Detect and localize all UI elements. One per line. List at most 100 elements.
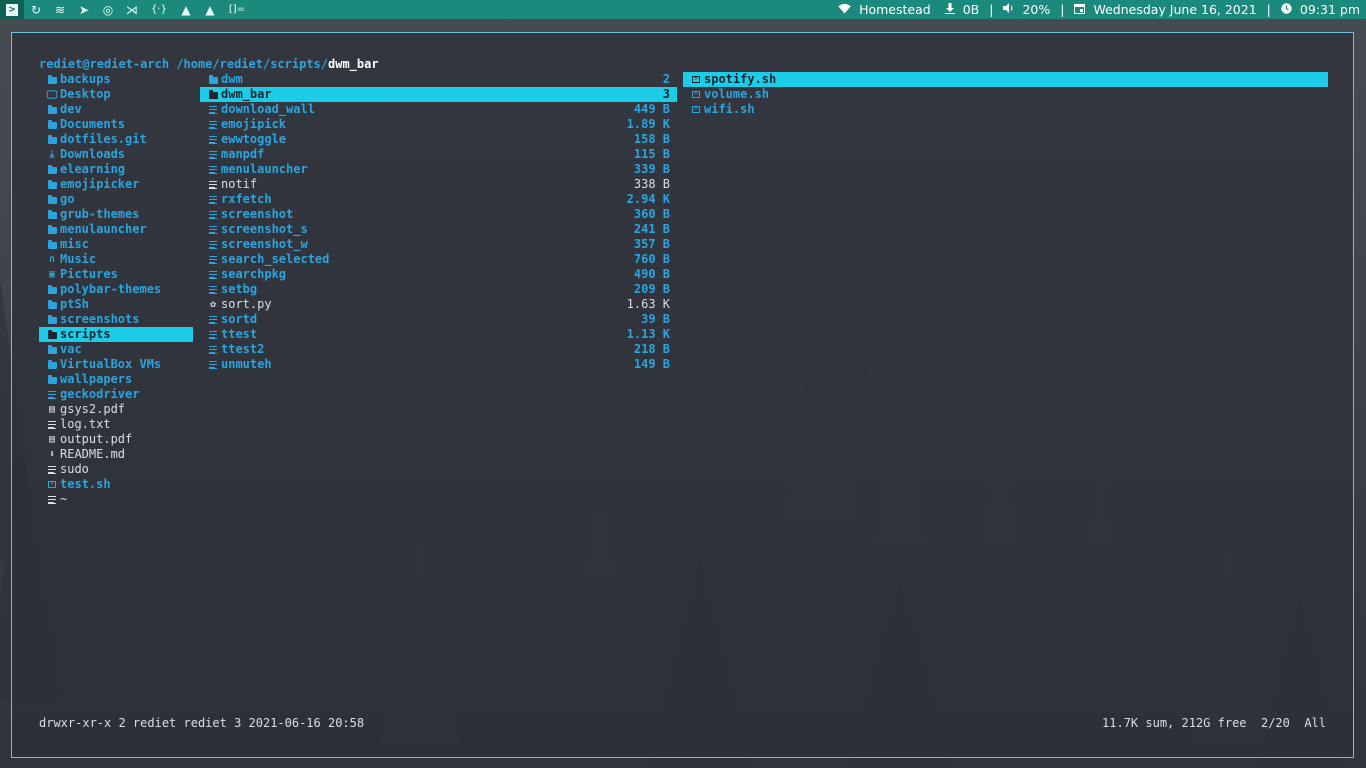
wifi-status[interactable]: Homestead bbox=[838, 2, 931, 17]
folder-icon bbox=[45, 345, 59, 354]
parent-list-item[interactable]: elearning bbox=[39, 162, 193, 177]
file-lines-icon bbox=[206, 315, 220, 324]
parent-list-item[interactable]: geckodriver bbox=[39, 387, 193, 402]
file-list-item[interactable]: manpdf 115 B bbox=[200, 147, 677, 162]
tag-terminal-icon[interactable]: > bbox=[0, 0, 24, 19]
file-list-item[interactable]: sortd 39 B bbox=[200, 312, 677, 327]
parent-list-item[interactable]: Documents bbox=[39, 117, 193, 132]
parent-list-item[interactable]: ⤓ Downloads bbox=[39, 147, 193, 162]
pdf-icon: ▤ bbox=[48, 404, 56, 415]
file-list-item[interactable]: emojipick 1.89 K bbox=[200, 117, 677, 132]
parent-list-item[interactable]: misc bbox=[39, 237, 193, 252]
file-size: 2 bbox=[662, 72, 670, 86]
telegram-icon: ➤ bbox=[78, 2, 90, 17]
file-name: Pictures bbox=[60, 267, 118, 281]
parent-list-item[interactable]: > test.sh bbox=[39, 477, 193, 492]
tag-layout-icon[interactable]: []= bbox=[222, 0, 252, 19]
tag-vscode-icon[interactable]: ⋊ bbox=[120, 0, 144, 19]
parent-list-item[interactable]: dev bbox=[39, 102, 193, 117]
file-list-item[interactable]: unmuteh 149 B bbox=[200, 357, 677, 372]
file-name: misc bbox=[60, 237, 89, 251]
parent-list-item[interactable]: 🖵 Desktop bbox=[39, 87, 193, 102]
tag-braces-icon[interactable]: {·} bbox=[144, 0, 174, 19]
preview-list-item[interactable]: > wifi.sh bbox=[683, 102, 1328, 117]
parent-list-item[interactable]: VirtualBox VMs bbox=[39, 357, 193, 372]
tag-arch-icon[interactable]: ▲ bbox=[174, 0, 198, 19]
parent-list-item[interactable]: dotfiles.git bbox=[39, 132, 193, 147]
file-name: vac bbox=[60, 342, 82, 356]
parent-list-item[interactable]: grub-themes bbox=[39, 207, 193, 222]
file-name: dwm_bar bbox=[221, 87, 272, 101]
folder-icon bbox=[45, 330, 59, 339]
file-list-item[interactable]: ttest2 218 B bbox=[200, 342, 677, 357]
tag-refresh-icon[interactable]: ↻ bbox=[24, 0, 48, 19]
file-list-item[interactable]: screenshot_w 357 B bbox=[200, 237, 677, 252]
file-list-item[interactable]: ttest 1.13 K bbox=[200, 327, 677, 342]
file-list-item[interactable]: screenshot 360 B bbox=[200, 207, 677, 222]
parent-list-item[interactable]: go bbox=[39, 192, 193, 207]
folder-icon bbox=[45, 105, 59, 114]
file-list-item[interactable]: rxfetch 2.94 K bbox=[200, 192, 677, 207]
image-icon: ▣ bbox=[48, 269, 56, 280]
tag-compass-icon[interactable]: ◎ bbox=[96, 0, 120, 19]
file-list-item[interactable]: notif 338 B bbox=[200, 177, 677, 192]
file-list-item[interactable]: dwm_bar 3 bbox=[200, 87, 677, 102]
file-name: dev bbox=[60, 102, 82, 116]
parent-list-item[interactable]: menulauncher bbox=[39, 222, 193, 237]
parent-list-item[interactable]: polybar-themes bbox=[39, 282, 193, 297]
file-name: polybar-themes bbox=[60, 282, 162, 296]
parent-list-item[interactable]: ptSh bbox=[39, 297, 193, 312]
path-dir: /home/rediet/scripts/ bbox=[176, 57, 328, 71]
file-size: 39 B bbox=[641, 312, 670, 326]
terminal-window[interactable]: rediet@rediet-arch /home/rediet/scripts/… bbox=[11, 32, 1354, 758]
parent-list-item[interactable]: ▤ gsys2.pdf bbox=[39, 402, 193, 417]
terminal-icon: > bbox=[6, 3, 18, 16]
preview-list-item[interactable]: > spotify.sh bbox=[683, 72, 1328, 87]
file-lines-icon bbox=[206, 150, 220, 159]
parent-list-item[interactable]: scripts bbox=[39, 327, 193, 342]
file-size: 218 B bbox=[633, 342, 670, 356]
volume-status[interactable]: 20% bbox=[1003, 2, 1050, 17]
parent-list-item[interactable]: log.txt bbox=[39, 417, 193, 432]
file-list-item[interactable]: search_selected 760 B bbox=[200, 252, 677, 267]
parent-list-item[interactable]: wallpapers bbox=[39, 372, 193, 387]
parent-list-item[interactable]: emojipicker bbox=[39, 177, 193, 192]
parent-list-item[interactable]: ▣ Pictures bbox=[39, 267, 193, 282]
date-status[interactable]: Wednesday June 16, 2021 bbox=[1074, 2, 1257, 17]
parent-list-item[interactable]: ~ bbox=[39, 492, 193, 507]
parent-list-item[interactable]: ⬇ README.md bbox=[39, 447, 193, 462]
file-name: search_selected bbox=[221, 252, 330, 266]
parent-list-item[interactable]: ∩ Music bbox=[39, 252, 193, 267]
shell-script-icon: > bbox=[689, 76, 703, 83]
file-list-item[interactable]: download_wall 449 B bbox=[200, 102, 677, 117]
file-list-item[interactable]: ✿ sort.py 1.63 K bbox=[200, 297, 677, 312]
parent-list-item[interactable]: backups bbox=[39, 72, 193, 87]
download-icon bbox=[944, 2, 955, 17]
tag-arch-alt-icon[interactable]: ▲ bbox=[198, 0, 222, 19]
folder-icon bbox=[45, 225, 59, 234]
file-name: searchpkg bbox=[221, 267, 287, 281]
tag-telegram-icon[interactable]: ➤ bbox=[72, 0, 96, 19]
file-list-item[interactable]: setbg 209 B bbox=[200, 282, 677, 297]
file-name: spotify.sh bbox=[704, 72, 777, 86]
file-list-item[interactable]: dwm 2 bbox=[200, 72, 677, 87]
file-list-item[interactable]: screenshot_s 241 B bbox=[200, 222, 677, 237]
parent-list-item[interactable]: vac bbox=[39, 342, 193, 357]
file-name: grub-themes bbox=[60, 207, 140, 221]
file-name: backups bbox=[60, 72, 111, 86]
file-list-item[interactable]: searchpkg 490 B bbox=[200, 267, 677, 282]
file-list-item[interactable]: ewwtoggle 158 B bbox=[200, 132, 677, 147]
preview-list-item[interactable]: > volume.sh bbox=[683, 87, 1328, 102]
file-name: geckodriver bbox=[60, 387, 140, 401]
parent-list-item[interactable]: sudo bbox=[39, 462, 193, 477]
folder-icon bbox=[45, 135, 59, 144]
file-name: ttest2 bbox=[221, 342, 265, 356]
time-status[interactable]: 09:31 pm bbox=[1281, 2, 1360, 17]
parent-list-item[interactable]: screenshots bbox=[39, 312, 193, 327]
file-name: output.pdf bbox=[60, 432, 133, 446]
file-name: ttest bbox=[221, 327, 258, 341]
file-list-item[interactable]: menulauncher 339 B bbox=[200, 162, 677, 177]
file-lines-icon bbox=[206, 210, 220, 219]
parent-list-item[interactable]: ▤ output.pdf bbox=[39, 432, 193, 447]
tag-spotify-icon[interactable]: ≋ bbox=[48, 0, 72, 19]
